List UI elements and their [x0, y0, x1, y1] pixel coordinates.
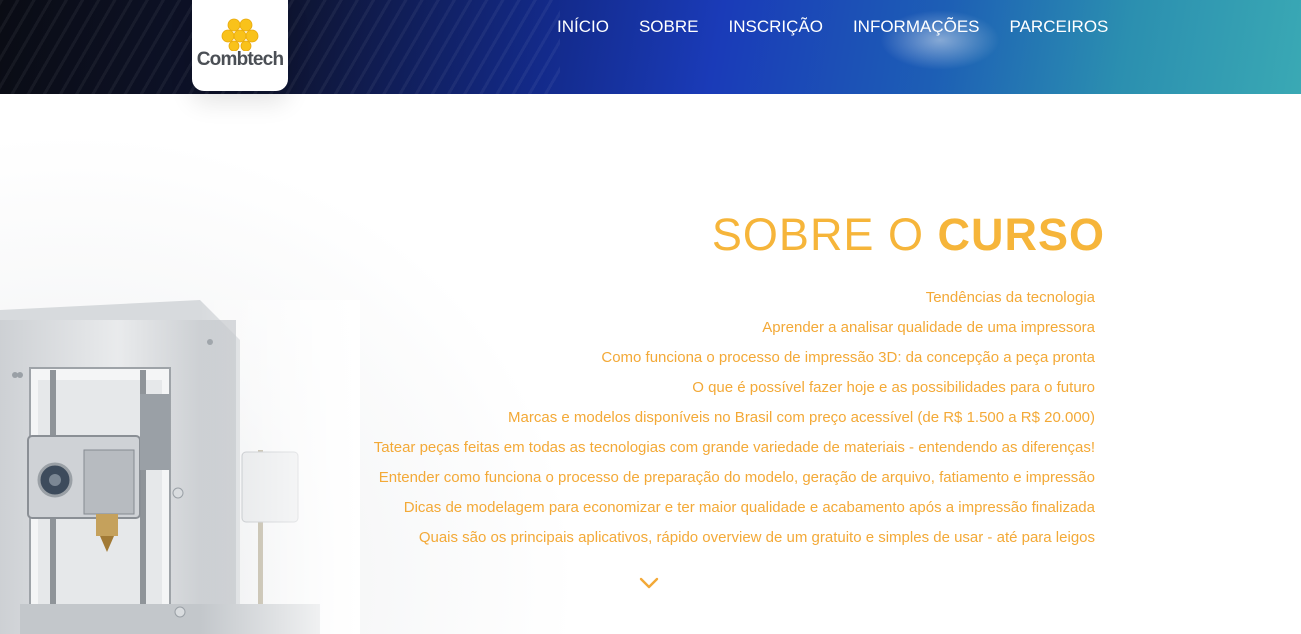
- course-topic-item: Dicas de modelagem para economizar e ter…: [403, 499, 1095, 516]
- main-nav: INÍCIO SOBRE INSCRIÇÃO INFORMAÇÕES PARCE…: [557, 16, 1108, 38]
- chevron-down-icon[interactable]: [639, 576, 659, 590]
- course-topic-item: Entender como funciona o processo de pre…: [378, 469, 1095, 486]
- logo-text: Combtech: [196, 49, 284, 70]
- nav-link-parceiros[interactable]: PARCEIROS: [1010, 16, 1109, 38]
- honeycomb-logo-icon: [221, 18, 259, 51]
- section-title-light: SOBRE O: [711, 209, 924, 260]
- course-topic-item: Marcas e modelos disponíveis no Brasil c…: [508, 409, 1095, 426]
- nav-link-informacoes[interactable]: INFORMAÇÕES: [853, 16, 980, 38]
- section-title-bold: CURSO: [937, 209, 1105, 260]
- logo-link[interactable]: Combtech: [192, 0, 288, 91]
- course-topic-item: Tatear peças feitas em todas as tecnolog…: [373, 439, 1095, 456]
- nav-link-sobre[interactable]: SOBRE: [639, 16, 699, 38]
- nav-link-inicio[interactable]: INÍCIO: [557, 16, 609, 38]
- 3d-printer-image: [0, 300, 360, 634]
- nav-link-inscricao[interactable]: INSCRIÇÃO: [728, 16, 822, 38]
- course-topic-item: Aprender a analisar qualidade de uma imp…: [762, 319, 1095, 336]
- course-topic-item: Como funciona o processo de impressão 3D…: [601, 349, 1095, 366]
- course-topic-item: Tendências da tecnologia: [925, 289, 1095, 306]
- course-topic-item: Quais são os principais aplicativos, ráp…: [418, 529, 1095, 546]
- section-title: SOBRE O CURSO: [712, 210, 1105, 260]
- course-topics-list: Tendências da tecnologia Aprender a anal…: [374, 283, 1095, 553]
- course-topic-item: O que é possível fazer hoje e as possibi…: [692, 379, 1095, 396]
